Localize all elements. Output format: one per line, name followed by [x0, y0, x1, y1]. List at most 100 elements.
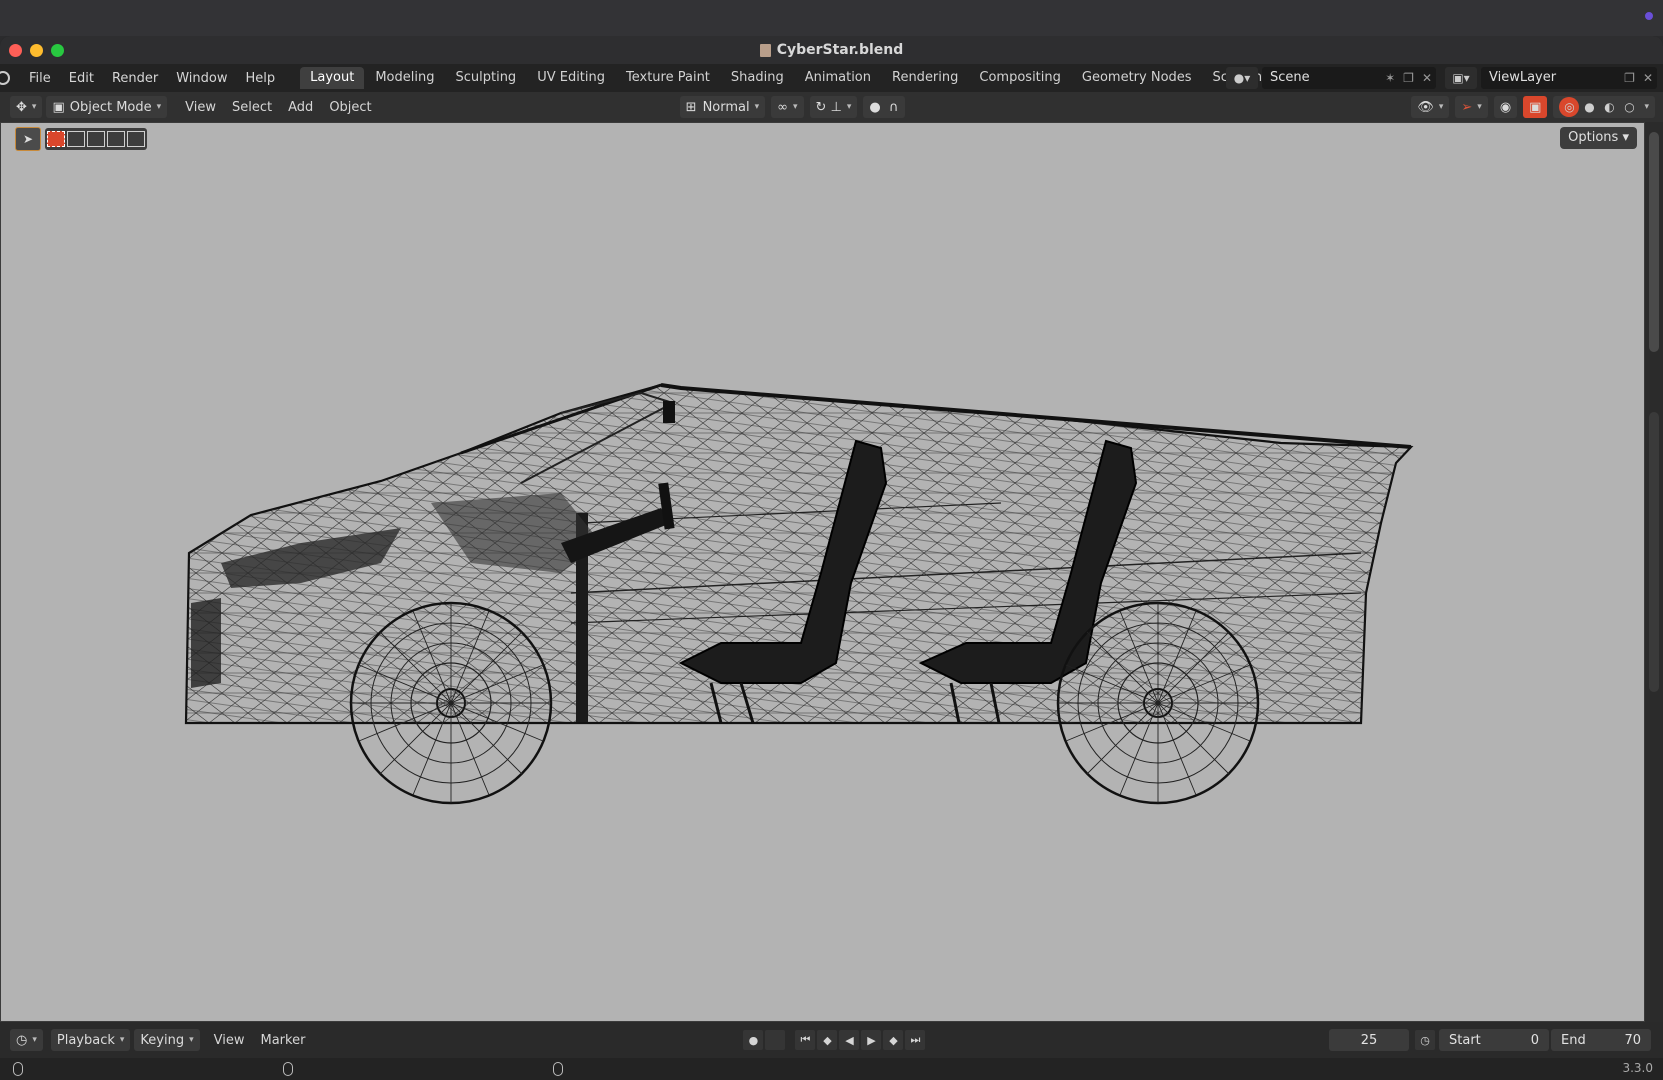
window-title-text: CyberStar.blend [776, 42, 904, 58]
tab-texture-paint[interactable]: Texture Paint [616, 67, 720, 89]
jump-start-icon[interactable]: ⏮ [795, 1030, 816, 1050]
blender-version: 3.3.0 [1622, 1061, 1653, 1075]
orientation-icon: ⊞ [685, 99, 697, 115]
menu-help[interactable]: Help [237, 71, 285, 86]
viewport-scrollbar-lower[interactable] [1649, 412, 1659, 692]
playback-menu[interactable]: Playback ▾ [50, 1029, 131, 1051]
mouse-left-icon [13, 1062, 23, 1076]
scene-browse-icon[interactable]: ●▾ [1226, 67, 1258, 89]
play-reverse-icon[interactable]: ◀ [839, 1030, 860, 1050]
start-frame-field[interactable]: Start 0 [1439, 1029, 1549, 1051]
mouse-right-icon [553, 1062, 563, 1076]
scene-name-field[interactable]: Scene ✶ ❐ ✕ [1262, 67, 1436, 89]
preview-range-icon[interactable]: ◷ [1415, 1030, 1435, 1050]
mode-dropdown[interactable]: ▣ Object Mode ▾ [46, 96, 168, 118]
minimize-window-button[interactable] [30, 44, 43, 57]
tab-layout[interactable]: Layout [300, 67, 365, 89]
tab-animation[interactable]: Animation [795, 67, 881, 89]
xray-toggle[interactable]: ▣ [1523, 96, 1548, 118]
timeline-editor-type-button[interactable]: ◷ ▾ [10, 1029, 43, 1051]
desktop-menubar [0, 0, 1663, 36]
timeline-header: ◷ ▾ Playback ▾ Keying ▾ View Marker ● ⏮ ◆ ◀… [0, 1022, 1663, 1058]
mode-label: Object Mode [69, 99, 152, 115]
3d-viewport[interactable]: ➤ Options ▾ [0, 122, 1645, 1022]
pin-icon[interactable]: ✶ [1381, 71, 1399, 85]
jump-end-icon[interactable]: ⏭ [905, 1030, 926, 1050]
pivot-icon: ∞ [777, 99, 788, 115]
next-keyframe-icon[interactable]: ◆ [883, 1030, 904, 1050]
viewport-scrollbar[interactable] [1649, 132, 1659, 352]
snap-dropdown[interactable]: ↻ ⊥ ▾ [809, 96, 858, 118]
keying-menu[interactable]: Keying ▾ [134, 1029, 200, 1051]
shading-modes[interactable]: ◎ ● ◐ ○ ▾ [1553, 96, 1655, 118]
delete-view-layer-icon[interactable]: ✕ [1639, 71, 1657, 85]
zoom-window-button[interactable] [51, 44, 64, 57]
new-view-layer-icon[interactable]: ❐ [1620, 71, 1639, 85]
solid-shading-icon[interactable]: ● [1579, 97, 1599, 117]
menu-render[interactable]: Render [103, 71, 167, 86]
blender-logo-icon[interactable] [0, 71, 10, 85]
pivot-point-dropdown[interactable]: ∞ ▾ [771, 96, 804, 118]
viewport-menu-view[interactable]: View [177, 100, 224, 115]
menu-edit[interactable]: Edit [60, 71, 103, 86]
editor-type-icon: ✥ [16, 99, 27, 115]
menu-file[interactable]: File [20, 71, 60, 86]
overlays-button[interactable]: ◉ [1493, 96, 1518, 118]
car-wireframe [184, 383, 1414, 805]
transform-orientation-dropdown[interactable]: ⊞ Normal ▾ [679, 96, 766, 118]
view-layer-browse-icon[interactable]: ▣▾ [1445, 67, 1477, 89]
viewport-menu-object[interactable]: Object [321, 100, 379, 115]
wireframe-shading-icon[interactable]: ◎ [1559, 97, 1580, 117]
scene-selector: ●▾ Scene ✶ ❐ ✕ [1226, 67, 1436, 89]
menu-window[interactable]: Window [167, 71, 236, 86]
timeline-menu-view[interactable]: View [206, 1033, 253, 1048]
editor-type-button[interactable]: ✥ ▾ [10, 96, 43, 118]
eye-icon: 👁 [1417, 99, 1434, 115]
record-icon[interactable]: ● [743, 1030, 764, 1050]
tab-uv-editing[interactable]: UV Editing [527, 67, 615, 89]
snap-toggle-icon: ↻ [815, 99, 827, 115]
close-window-button[interactable] [9, 44, 22, 57]
start-value: 0 [1530, 1032, 1539, 1048]
viewport-menu-select[interactable]: Select [224, 100, 280, 115]
current-frame-field[interactable]: 25 [1329, 1029, 1409, 1051]
playback-controls: ● ⏮ ◆ ◀ ▶ ◆ ⏭ [743, 1030, 926, 1050]
tab-compositing[interactable]: Compositing [969, 67, 1071, 89]
prev-keyframe-icon[interactable]: ◆ [817, 1030, 838, 1050]
tab-rendering[interactable]: Rendering [882, 67, 968, 89]
object-mode-icon: ▣ [52, 99, 65, 115]
orientation-label: Normal [702, 99, 750, 115]
delete-scene-icon[interactable]: ✕ [1418, 71, 1436, 85]
viewport-menu-add[interactable]: Add [280, 100, 321, 115]
scene-name: Scene [1270, 70, 1310, 85]
play-icon[interactable]: ▶ [861, 1030, 882, 1050]
auto-keying-options-icon[interactable] [765, 1030, 786, 1050]
start-label: Start [1449, 1032, 1481, 1048]
end-frame-field[interactable]: End 70 [1551, 1029, 1651, 1051]
proportional-icon: ● [869, 99, 881, 115]
timeline-menu-marker[interactable]: Marker [252, 1033, 313, 1048]
tab-modeling[interactable]: Modeling [365, 67, 444, 89]
end-value: 70 [1624, 1032, 1641, 1048]
view-layer-selector: ▣▾ ViewLayer ❐ ✕ [1445, 67, 1657, 89]
tab-geometry-nodes[interactable]: Geometry Nodes [1072, 67, 1202, 89]
proportional-editing-button[interactable]: ● ∩ [863, 96, 905, 118]
overlays-icon: ◉ [1499, 99, 1512, 115]
gizmo-dropdown[interactable]: ➢ ▾ [1455, 96, 1488, 118]
status-dot-icon [1645, 12, 1653, 20]
rear-wheel [1056, 601, 1260, 805]
tab-shading[interactable]: Shading [721, 67, 794, 89]
tab-sculpting[interactable]: Sculpting [445, 67, 526, 89]
playback-label: Playback [56, 1032, 115, 1048]
window-controls [9, 44, 64, 57]
falloff-icon: ∩ [889, 99, 899, 115]
workspace-tabs: Layout Modeling Sculpting UV Editing Tex… [300, 64, 1303, 92]
view-layer-name-field[interactable]: ViewLayer ❐ ✕ [1481, 67, 1657, 89]
mouse-middle-icon [283, 1062, 293, 1076]
window-title: CyberStar.blend [759, 42, 904, 58]
new-scene-icon[interactable]: ❐ [1399, 71, 1418, 85]
title-bar: CyberStar.blend [0, 36, 1663, 64]
visibility-dropdown[interactable]: 👁 ▾ [1411, 96, 1450, 118]
material-shading-icon[interactable]: ◐ [1599, 97, 1619, 117]
rendered-shading-icon[interactable]: ○ [1619, 97, 1639, 117]
